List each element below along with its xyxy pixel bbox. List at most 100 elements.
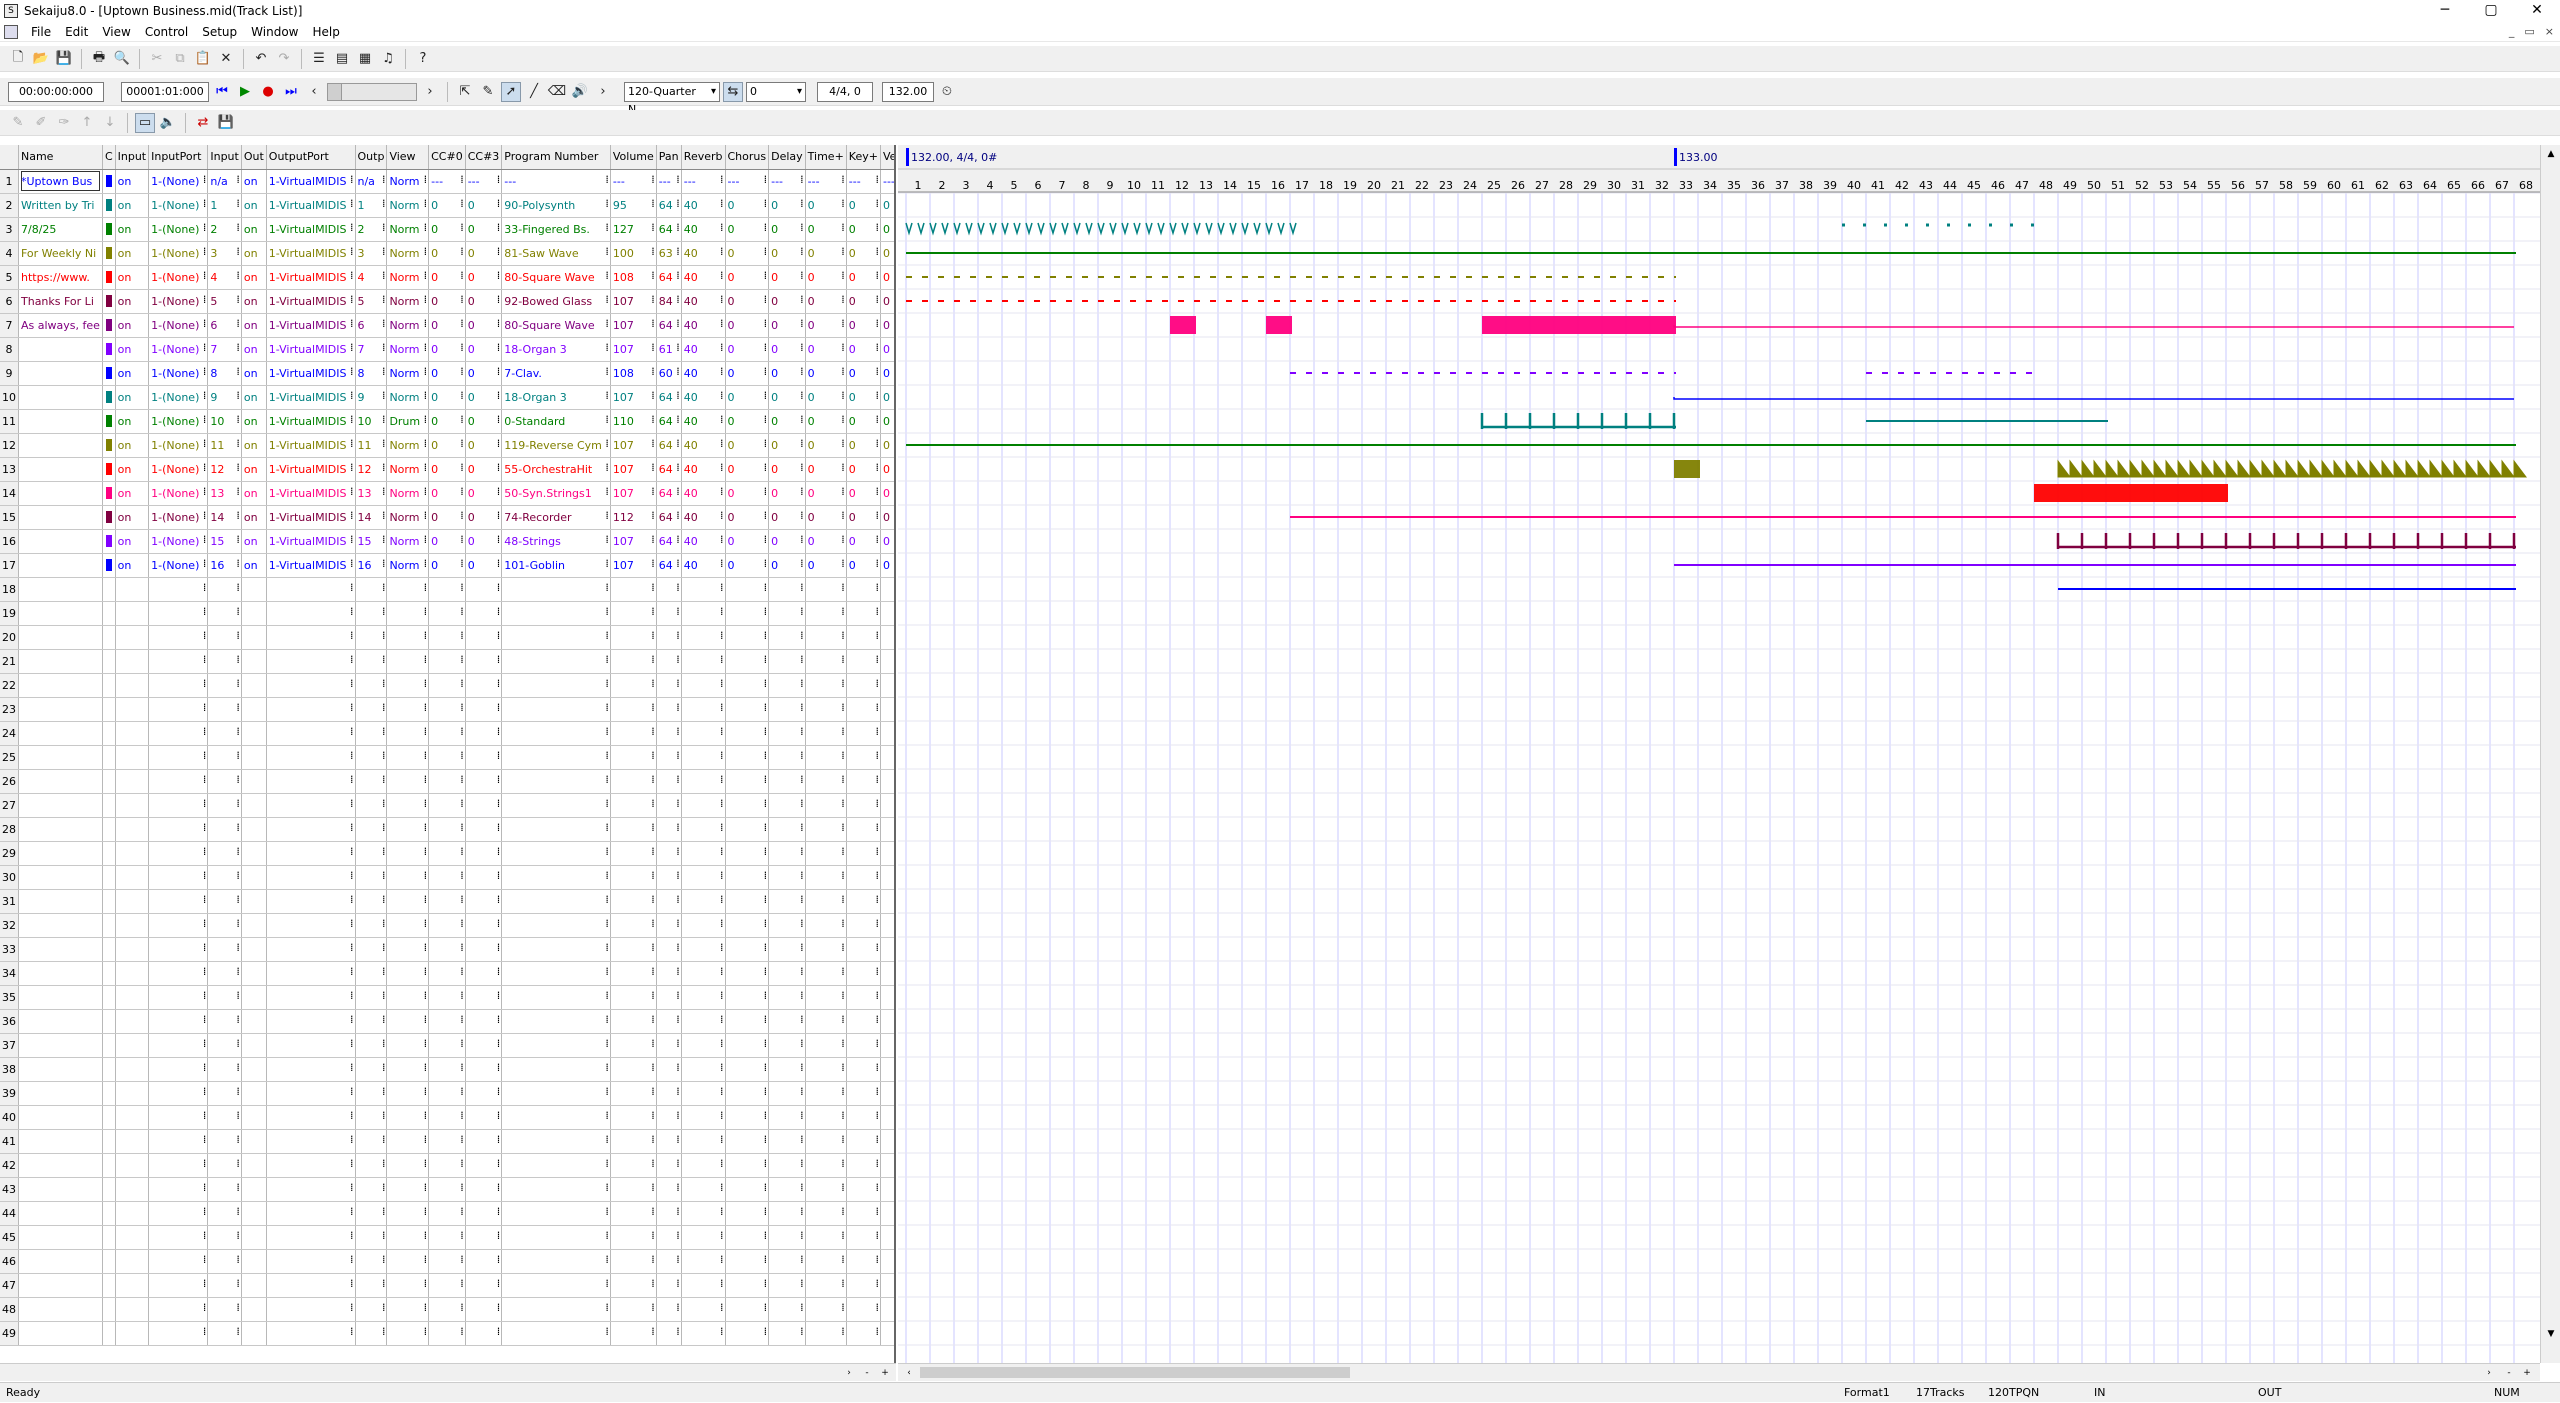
cell-input[interactable]: on [115,289,150,314]
cell-key[interactable] [846,793,881,818]
cell-key[interactable]: 0 [846,193,881,218]
cell-delay[interactable] [768,913,806,938]
cell-volume[interactable]: 95 [610,193,657,218]
cell-input[interactable] [115,1321,150,1346]
cell-output-port[interactable] [266,841,356,866]
track-color-cell[interactable] [102,553,116,578]
cell-output-port[interactable] [266,673,356,698]
cell-name[interactable] [18,865,103,890]
cell-input[interactable]: on [115,241,150,266]
row-number[interactable]: 18 [0,577,19,602]
cell-key[interactable] [846,1129,881,1154]
row-number[interactable]: 19 [0,601,19,626]
cell-cc32[interactable] [465,1201,503,1226]
cell-chorus[interactable] [725,1057,770,1082]
cell-input-port[interactable] [148,1225,209,1250]
zoom-out-icon[interactable]: - [858,1364,876,1382]
cell-input-ch[interactable]: 16 [207,553,242,578]
cell-name[interactable] [18,889,103,914]
column-header[interactable]: Volume [610,145,657,170]
redo-icon[interactable]: ↷ [274,49,294,69]
cell-reverb[interactable] [681,745,726,770]
cell-output-ch[interactable] [355,1105,388,1130]
cell-input[interactable]: on [115,385,150,410]
measure-number[interactable]: 40 [1847,179,1861,192]
cell-key[interactable]: 0 [846,289,881,314]
cell-program[interactable] [501,1201,611,1226]
tempo-marker-label[interactable]: 133.00 [1679,151,1718,164]
cell-delay[interactable]: 0 [768,241,806,266]
cell-input-port[interactable]: 1-(None) [148,481,209,506]
cell-reverb[interactable] [681,601,726,626]
cell-key[interactable] [846,913,881,938]
cell-output-port[interactable] [266,1249,356,1274]
column-header[interactable]: Pan [656,145,682,170]
cell-view[interactable] [386,697,430,722]
cell-pan[interactable] [656,1081,682,1106]
cell-view[interactable] [386,985,430,1010]
cell-volume[interactable] [610,1249,657,1274]
cell-output-ch[interactable] [355,745,388,770]
cell-chorus[interactable]: 0 [725,529,770,554]
cell-key[interactable] [846,601,881,626]
cell-chorus[interactable] [725,841,770,866]
cell-input[interactable] [115,1297,150,1322]
cell-output-port[interactable] [266,697,356,722]
track-color-cell[interactable] [102,1129,116,1154]
measure-number[interactable]: 56 [2231,179,2245,192]
cell-chorus[interactable]: 0 [725,553,770,578]
cell-view[interactable] [386,841,430,866]
cell-cc32[interactable] [465,985,503,1010]
cell-vel[interactable] [880,1057,894,1082]
cell-cc0[interactable] [428,577,466,602]
insert-track-icon[interactable]: ✎ [8,113,28,133]
cell-volume[interactable] [610,577,657,602]
cell-cc32[interactable]: 0 [465,457,503,482]
metronome-icon[interactable]: ⏲ [937,82,957,102]
print-preview-icon[interactable]: 🔍 [112,49,132,69]
cell-input[interactable] [115,937,150,962]
cell-view[interactable]: Norm [386,313,430,338]
cell-vel[interactable] [880,817,894,842]
row-number[interactable]: 38 [0,1057,19,1082]
cell-cc32[interactable]: 0 [465,289,503,314]
cell-chorus[interactable] [725,817,770,842]
cell-vel[interactable] [880,601,894,626]
move-down-icon[interactable]: ↓ [100,113,120,133]
cell-view[interactable] [386,1009,430,1034]
cell-input-port[interactable] [148,1321,209,1346]
cell-reverb[interactable] [681,961,726,986]
cell-delay[interactable] [768,1105,806,1130]
cell-volume[interactable] [610,1033,657,1058]
row-number[interactable]: 17 [0,553,19,578]
cell-delay[interactable] [768,649,806,674]
cell-volume[interactable] [610,913,657,938]
cell-pan[interactable]: 64 [656,505,682,530]
cell-cc0[interactable] [428,697,466,722]
cell-input[interactable] [115,673,150,698]
cell-pan[interactable] [656,721,682,746]
cell-cc0[interactable] [428,769,466,794]
cell-reverb[interactable] [681,1057,726,1082]
time-signature-display[interactable]: 4/4, 0 [817,81,873,102]
cell-time[interactable] [805,1297,847,1322]
cell-program[interactable]: 0-Standard [501,409,611,434]
cell-input-port[interactable] [148,745,209,770]
cell-vel[interactable]: 0 [880,553,894,578]
cell-delay[interactable] [768,1057,806,1082]
cell-input-ch[interactable]: 6 [207,313,242,338]
position-slider[interactable] [327,82,417,101]
measure-number[interactable]: 25 [1487,179,1501,192]
cell-output[interactable] [241,889,267,914]
column-header[interactable]: Name [18,145,103,170]
cell-volume[interactable] [610,1153,657,1178]
cell-vel[interactable]: --- [880,169,894,194]
cell-chorus[interactable] [725,937,770,962]
track-color-cell[interactable] [102,217,116,242]
scroll-down-icon[interactable]: ▼ [2541,1325,2560,1343]
cell-output-port[interactable]: 1-VirtualMIDIS [266,385,356,410]
cell-cc0[interactable]: --- [428,169,466,194]
cell-cc32[interactable]: 0 [465,217,503,242]
cell-output[interactable] [241,1273,267,1298]
cell-program[interactable] [501,1297,611,1322]
